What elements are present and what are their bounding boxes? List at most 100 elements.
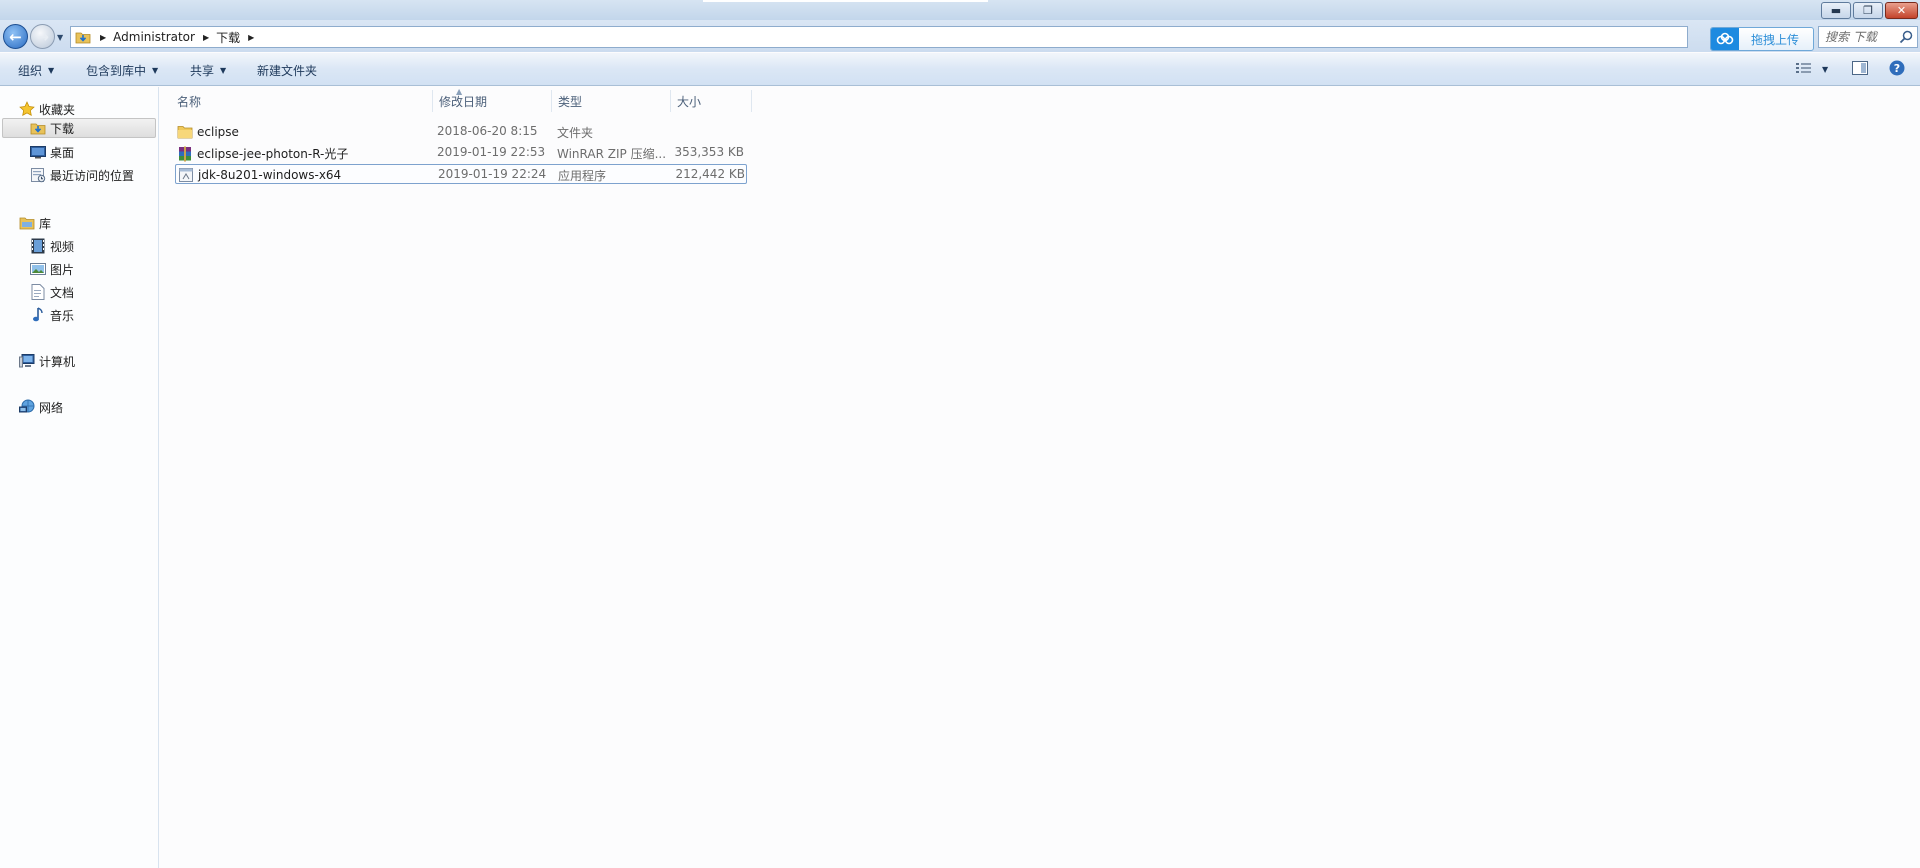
nav-item-videos-label: 视频: [50, 239, 75, 254]
organize-label: 组织: [18, 64, 43, 78]
breadcrumb-downloads[interactable]: 下载: [216, 29, 240, 46]
close-button[interactable]: ✕: [1885, 2, 1918, 19]
command-bar: 组织 ▼ 包含到库中 ▼ 共享 ▼ 新建文件夹 ▼ ?: [0, 53, 1920, 86]
drag-upload-button[interactable]: 拖拽上传: [1710, 27, 1814, 51]
file-name: jdk-8u201-windows-x64: [198, 168, 342, 182]
file-name: eclipse: [197, 125, 239, 139]
nav-item-pictures[interactable]: 图片: [30, 259, 74, 279]
downloads-folder-icon: [74, 29, 92, 45]
view-options-button[interactable]: ▼: [1796, 59, 1828, 79]
new-folder-label: 新建文件夹: [257, 64, 318, 78]
new-folder-button[interactable]: 新建文件夹: [257, 62, 317, 79]
column-divider[interactable]: [751, 90, 752, 112]
address-row: ← → ▼ ▶ Administrator ▶ 下载 ▶: [0, 20, 1920, 52]
column-header-date[interactable]: 修改日期: [433, 90, 551, 112]
include-in-library-menu[interactable]: 包含到库中 ▼: [86, 62, 158, 79]
file-date: 2019-01-19 22:53: [437, 145, 546, 159]
back-arrow-icon: ←: [9, 27, 22, 46]
library-icon: [19, 215, 35, 231]
share-label: 共享: [190, 64, 215, 78]
maximize-button[interactable]: ❐: [1853, 2, 1883, 19]
nav-computer-label: 计算机: [39, 354, 76, 369]
file-row-eclipse-jee[interactable]: eclipse-jee-photon-R-光子 2019-01-19 22:53…: [175, 143, 747, 163]
title-bar: ▬ ❐ ✕: [0, 0, 1920, 20]
chevron-down-icon: ▼: [48, 66, 55, 75]
column-header-size[interactable]: 大小: [671, 90, 751, 112]
document-icon: [30, 284, 46, 300]
nav-network[interactable]: 网络: [19, 397, 63, 417]
nav-item-desktop[interactable]: 桌面: [30, 142, 74, 162]
nav-network-label: 网络: [39, 400, 64, 415]
file-type: 文件夹: [557, 126, 594, 140]
file-name-cell: jdk-8u201-windows-x64: [178, 167, 423, 183]
column-header-name[interactable]: 名称: [160, 90, 432, 112]
help-icon: ?: [1889, 60, 1905, 79]
chevron-down-icon: ▼: [152, 66, 159, 75]
navigation-pane: 收藏夹 下载 桌面 最近访问的位置 库 视频 图片 文档 音乐 计算机 网络: [0, 87, 159, 868]
nav-item-downloads-label: 下载: [50, 121, 75, 136]
breadcrumb-administrator[interactable]: Administrator: [113, 30, 195, 44]
desktop-icon: [30, 144, 46, 160]
details-view-icon: [1796, 62, 1812, 77]
downloads-folder-icon: [30, 120, 46, 136]
column-header-type[interactable]: 类型: [552, 90, 670, 112]
nav-item-music[interactable]: 音乐: [30, 305, 74, 325]
include-in-library-label: 包含到库中: [86, 64, 147, 78]
breadcrumb-separator-icon[interactable]: ▶: [248, 33, 254, 42]
chevron-down-icon: ▼: [220, 66, 227, 75]
search-input[interactable]: [1825, 30, 1895, 44]
search-box[interactable]: [1818, 26, 1918, 48]
chevron-down-icon[interactable]: ▼: [1822, 65, 1828, 74]
file-row-eclipse[interactable]: eclipse 2018-06-20 8:15 文件夹: [175, 122, 747, 142]
svg-text:?: ?: [1894, 62, 1900, 75]
nav-item-documents-label: 文档: [50, 285, 75, 300]
file-type: WinRAR ZIP 压缩...: [557, 147, 665, 161]
file-date: 2019-01-19 22:24: [438, 167, 547, 181]
nav-item-recent-places[interactable]: 最近访问的位置: [30, 165, 134, 185]
star-icon: [19, 101, 35, 117]
nav-item-videos[interactable]: 视频: [30, 236, 74, 256]
nav-libraries[interactable]: 库: [19, 213, 51, 233]
winrar-icon: [177, 146, 193, 162]
search-icon[interactable]: [1899, 30, 1913, 44]
close-icon: ✕: [1896, 4, 1907, 17]
forward-button[interactable]: →: [30, 24, 55, 49]
nav-item-music-label: 音乐: [50, 308, 75, 323]
nav-computer[interactable]: 计算机: [19, 351, 75, 371]
file-row-jdk[interactable]: jdk-8u201-windows-x64 2019-01-19 22:24 应…: [175, 164, 747, 184]
address-bar[interactable]: ▶ Administrator ▶ 下载 ▶: [70, 26, 1688, 48]
share-menu[interactable]: 共享 ▼: [190, 62, 226, 79]
column-header-date-label: 修改日期: [439, 94, 488, 109]
nav-libraries-label: 库: [39, 216, 52, 231]
network-icon: [19, 399, 35, 415]
picture-icon: [30, 261, 46, 277]
help-button[interactable]: ?: [1889, 59, 1905, 79]
nav-item-pictures-label: 图片: [50, 262, 75, 277]
file-type: 应用程序: [558, 169, 607, 183]
file-name: eclipse-jee-photon-R-光子: [197, 147, 349, 161]
cloud-icon: [1711, 28, 1739, 50]
nav-favorites-label: 收藏夹: [39, 102, 76, 117]
minimize-button[interactable]: ▬: [1821, 2, 1851, 19]
column-header-size-label: 大小: [677, 94, 702, 109]
preview-pane-button[interactable]: [1852, 59, 1868, 79]
nav-favorites[interactable]: 收藏夹: [19, 99, 75, 119]
drag-upload-label: 拖拽上传: [1751, 32, 1800, 47]
nav-item-documents[interactable]: 文档: [30, 282, 74, 302]
nav-item-recent-places-label: 最近访问的位置: [50, 168, 135, 183]
forward-arrow-icon: →: [36, 27, 49, 46]
file-name-cell: eclipse: [177, 124, 422, 140]
recent-pages-dropdown-icon[interactable]: ▼: [57, 33, 63, 42]
folder-icon: [177, 124, 193, 140]
computer-icon: [19, 353, 35, 369]
breadcrumb-separator-icon[interactable]: ▶: [100, 33, 106, 42]
breadcrumb-separator-icon[interactable]: ▶: [203, 33, 209, 42]
back-button[interactable]: ←: [3, 24, 28, 49]
column-header-type-label: 类型: [558, 94, 583, 109]
file-list-view: ▲ 名称 修改日期 类型 大小 eclipse 2018-06-20 8:15 …: [160, 87, 1920, 868]
nav-item-desktop-label: 桌面: [50, 145, 75, 160]
organize-menu[interactable]: 组织 ▼: [18, 62, 54, 79]
file-size: 353,353 KB: [674, 145, 744, 159]
nav-item-downloads[interactable]: 下载: [2, 118, 156, 138]
preview-pane-icon: [1852, 60, 1868, 78]
